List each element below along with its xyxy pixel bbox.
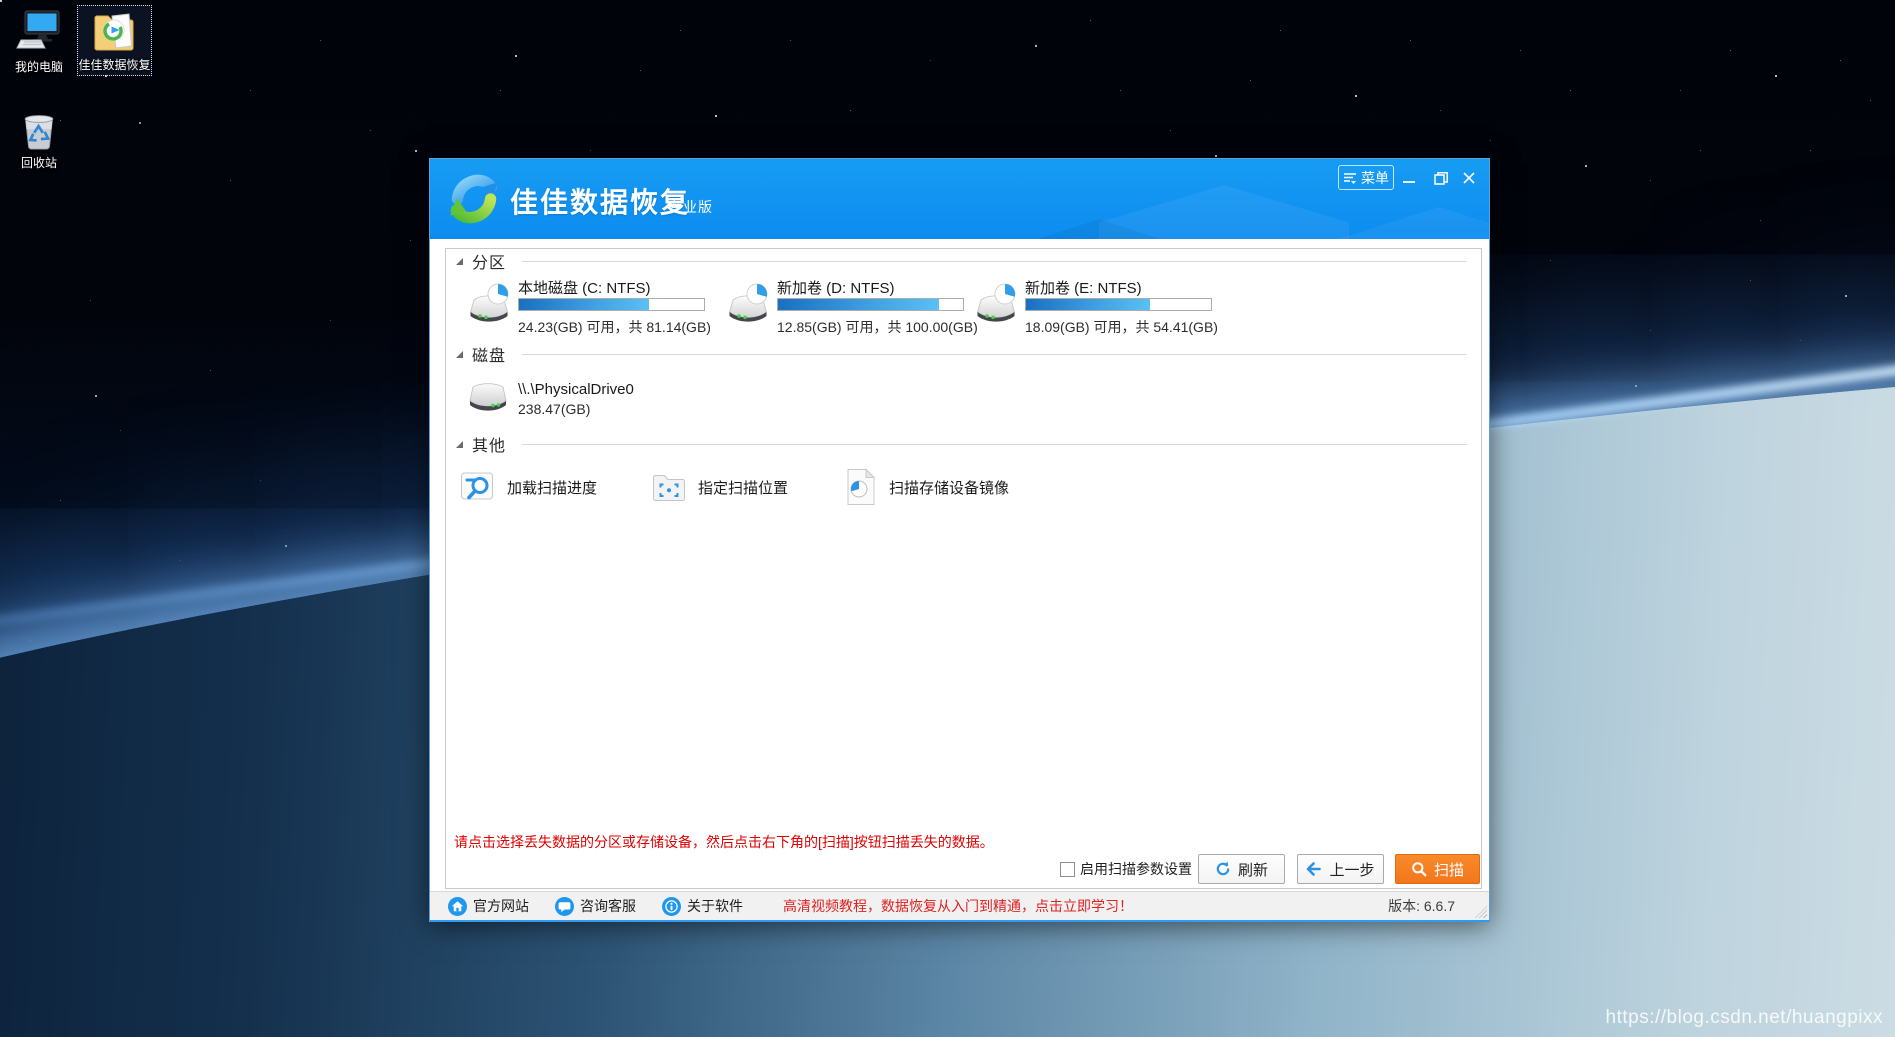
usage-bar (518, 298, 705, 311)
collapse-triangle-icon[interactable] (456, 351, 463, 358)
home-icon (448, 897, 467, 916)
customer-service-label: 咨询客服 (580, 896, 636, 916)
other-item-label: 扫描存储设备镜像 (889, 477, 1009, 498)
tutorial-promo-text[interactable]: 高清视频教程，数据恢复从入门到精通，点击立即学习！ (783, 896, 1133, 916)
app-folder-icon (92, 9, 138, 53)
desktop-icon-my-computer[interactable]: 我的电脑 (6, 6, 72, 77)
partition-disk-icon (724, 283, 772, 327)
image-scan-icon (844, 468, 878, 506)
app-logo-icon (448, 170, 500, 228)
collapse-triangle-icon[interactable] (456, 441, 463, 448)
titlebar-decoration (1329, 207, 1489, 239)
bottom-controls: 启用扫描参数设置 刷新 上一步 (446, 854, 1481, 884)
refresh-icon (1215, 861, 1231, 877)
section-divider (522, 444, 1467, 445)
usage-bar-fill (519, 299, 649, 310)
physical-drive-item[interactable]: \\.\PhysicalDrive0 238.47(GB) (465, 379, 765, 419)
info-icon (662, 897, 681, 916)
usage-bar (1025, 298, 1212, 311)
menu-button-label: 菜单 (1361, 168, 1389, 188)
section-header-other[interactable]: 其他 (446, 435, 1481, 453)
window-content: 分区 本地磁盘 (C: NTFS) 24.23(GB) 可用，共 8 (430, 239, 1489, 891)
about-software-link[interactable]: 关于软件 (662, 896, 743, 916)
close-button[interactable] (1456, 167, 1482, 189)
drive-item-e[interactable]: 新加卷 (E: NTFS) 18.09(GB) 可用，共 54.41(GB) (972, 277, 1224, 341)
drive-capacity: 12.85(GB) 可用，共 100.00(GB) (777, 317, 978, 337)
physical-disk-icon (465, 379, 511, 415)
about-software-label: 关于软件 (687, 896, 743, 916)
scan-params-label: 启用扫描参数设置 (1080, 859, 1192, 879)
refresh-button-label: 刷新 (1238, 859, 1268, 880)
scan-params-checkbox-row[interactable]: 启用扫描参数设置 (1060, 854, 1192, 884)
titlebar[interactable]: 佳佳数据恢复 专业版 菜单 (430, 159, 1489, 239)
drive-name: 本地磁盘 (C: NTFS) (518, 277, 651, 298)
app-edition: 专业版 (668, 197, 713, 217)
target-folder-icon (651, 468, 687, 506)
drive-item-d[interactable]: 新加卷 (D: NTFS) 12.85(GB) 可用，共 100.00(GB) (724, 277, 976, 341)
device-panel: 分区 本地磁盘 (C: NTFS) 24.23(GB) 可用，共 8 (445, 248, 1482, 889)
back-button-label: 上一步 (1329, 859, 1374, 880)
desktop-icon-label: 佳佳数据恢复 (79, 56, 151, 73)
minimize-button[interactable] (1396, 167, 1422, 189)
specify-scan-location-item[interactable]: 指定扫描位置 (651, 467, 788, 507)
section-header-disks[interactable]: 磁盘 (446, 345, 1481, 363)
other-item-label: 指定扫描位置 (698, 477, 788, 498)
load-scan-progress-item[interactable]: 加载扫描进度 (460, 467, 597, 507)
official-site-link[interactable]: 官方网站 (448, 896, 529, 916)
version-label: 版本: 6.6.7 (1388, 896, 1455, 916)
desktop-icon-label: 我的电脑 (15, 58, 63, 75)
section-label: 其他 (472, 432, 506, 456)
section-header-partitions[interactable]: 分区 (446, 252, 1481, 270)
back-arrow-icon (1306, 862, 1322, 876)
starfield-bright (0, 0, 2, 2)
app-title: 佳佳数据恢复 (510, 181, 690, 221)
load-progress-icon (460, 468, 496, 506)
recycle-bin-icon (18, 107, 60, 151)
partition-disk-icon (465, 283, 513, 327)
drive-item-c[interactable]: 本地磁盘 (C: NTFS) 24.23(GB) 可用，共 81.14(GB) (465, 277, 717, 341)
customer-service-link[interactable]: 咨询客服 (555, 896, 636, 916)
back-button[interactable]: 上一步 (1297, 854, 1384, 884)
app-window: 佳佳数据恢复 专业版 菜单 分区 (429, 158, 1490, 922)
physical-drive-name: \\.\PhysicalDrive0 (518, 381, 634, 398)
section-label: 分区 (472, 249, 506, 273)
titlebar-decoration (1099, 185, 1349, 239)
refresh-button[interactable]: 刷新 (1198, 854, 1285, 884)
desktop-icon-app-shortcut[interactable]: 佳佳数据恢复 (77, 5, 152, 76)
other-item-label: 加载扫描进度 (507, 477, 597, 498)
partition-disk-icon (972, 283, 1020, 327)
scan-button[interactable]: 扫描 (1395, 854, 1480, 884)
menu-button[interactable]: 菜单 (1338, 165, 1394, 190)
desktop-icon-label: 回收站 (21, 154, 57, 171)
chat-bubble-icon (555, 897, 574, 916)
window-footer: 官方网站 咨询客服 关于软件 高清视频教程，数据恢复从入门到精通，点击立即学习！… (430, 891, 1489, 920)
drive-capacity: 18.09(GB) 可用，共 54.41(GB) (1025, 317, 1218, 337)
drive-capacity: 24.23(GB) 可用，共 81.14(GB) (518, 317, 711, 337)
restore-button[interactable] (1428, 167, 1454, 189)
scan-params-checkbox[interactable] (1060, 862, 1075, 877)
collapse-triangle-icon[interactable] (456, 258, 463, 265)
official-site-label: 官方网站 (473, 896, 529, 916)
section-divider (522, 261, 1467, 262)
computer-icon (16, 9, 62, 55)
section-divider (522, 354, 1467, 355)
watermark-url: https://blog.csdn.net/huangpixx (1606, 1007, 1883, 1029)
desktop-icon-recycle-bin[interactable]: 回收站 (8, 104, 70, 173)
usage-bar-fill (1026, 299, 1150, 310)
resize-grip[interactable] (1475, 906, 1487, 918)
hamburger-icon (1343, 171, 1357, 185)
physical-drive-capacity: 238.47(GB) (518, 401, 590, 417)
scan-button-label: 扫描 (1434, 859, 1464, 880)
scan-device-image-item[interactable]: 扫描存储设备镜像 (844, 467, 1009, 507)
drive-name: 新加卷 (E: NTFS) (1025, 277, 1142, 298)
usage-bar (777, 298, 964, 311)
scan-magnifier-icon (1411, 861, 1427, 877)
selection-hint-text: 请点击选择丢失数据的分区或存储设备，然后点击右下角的[扫描]按钮扫描丢失的数据。 (454, 832, 994, 852)
drive-name: 新加卷 (D: NTFS) (777, 277, 895, 298)
section-label: 磁盘 (472, 342, 506, 366)
usage-bar-fill (778, 299, 939, 310)
